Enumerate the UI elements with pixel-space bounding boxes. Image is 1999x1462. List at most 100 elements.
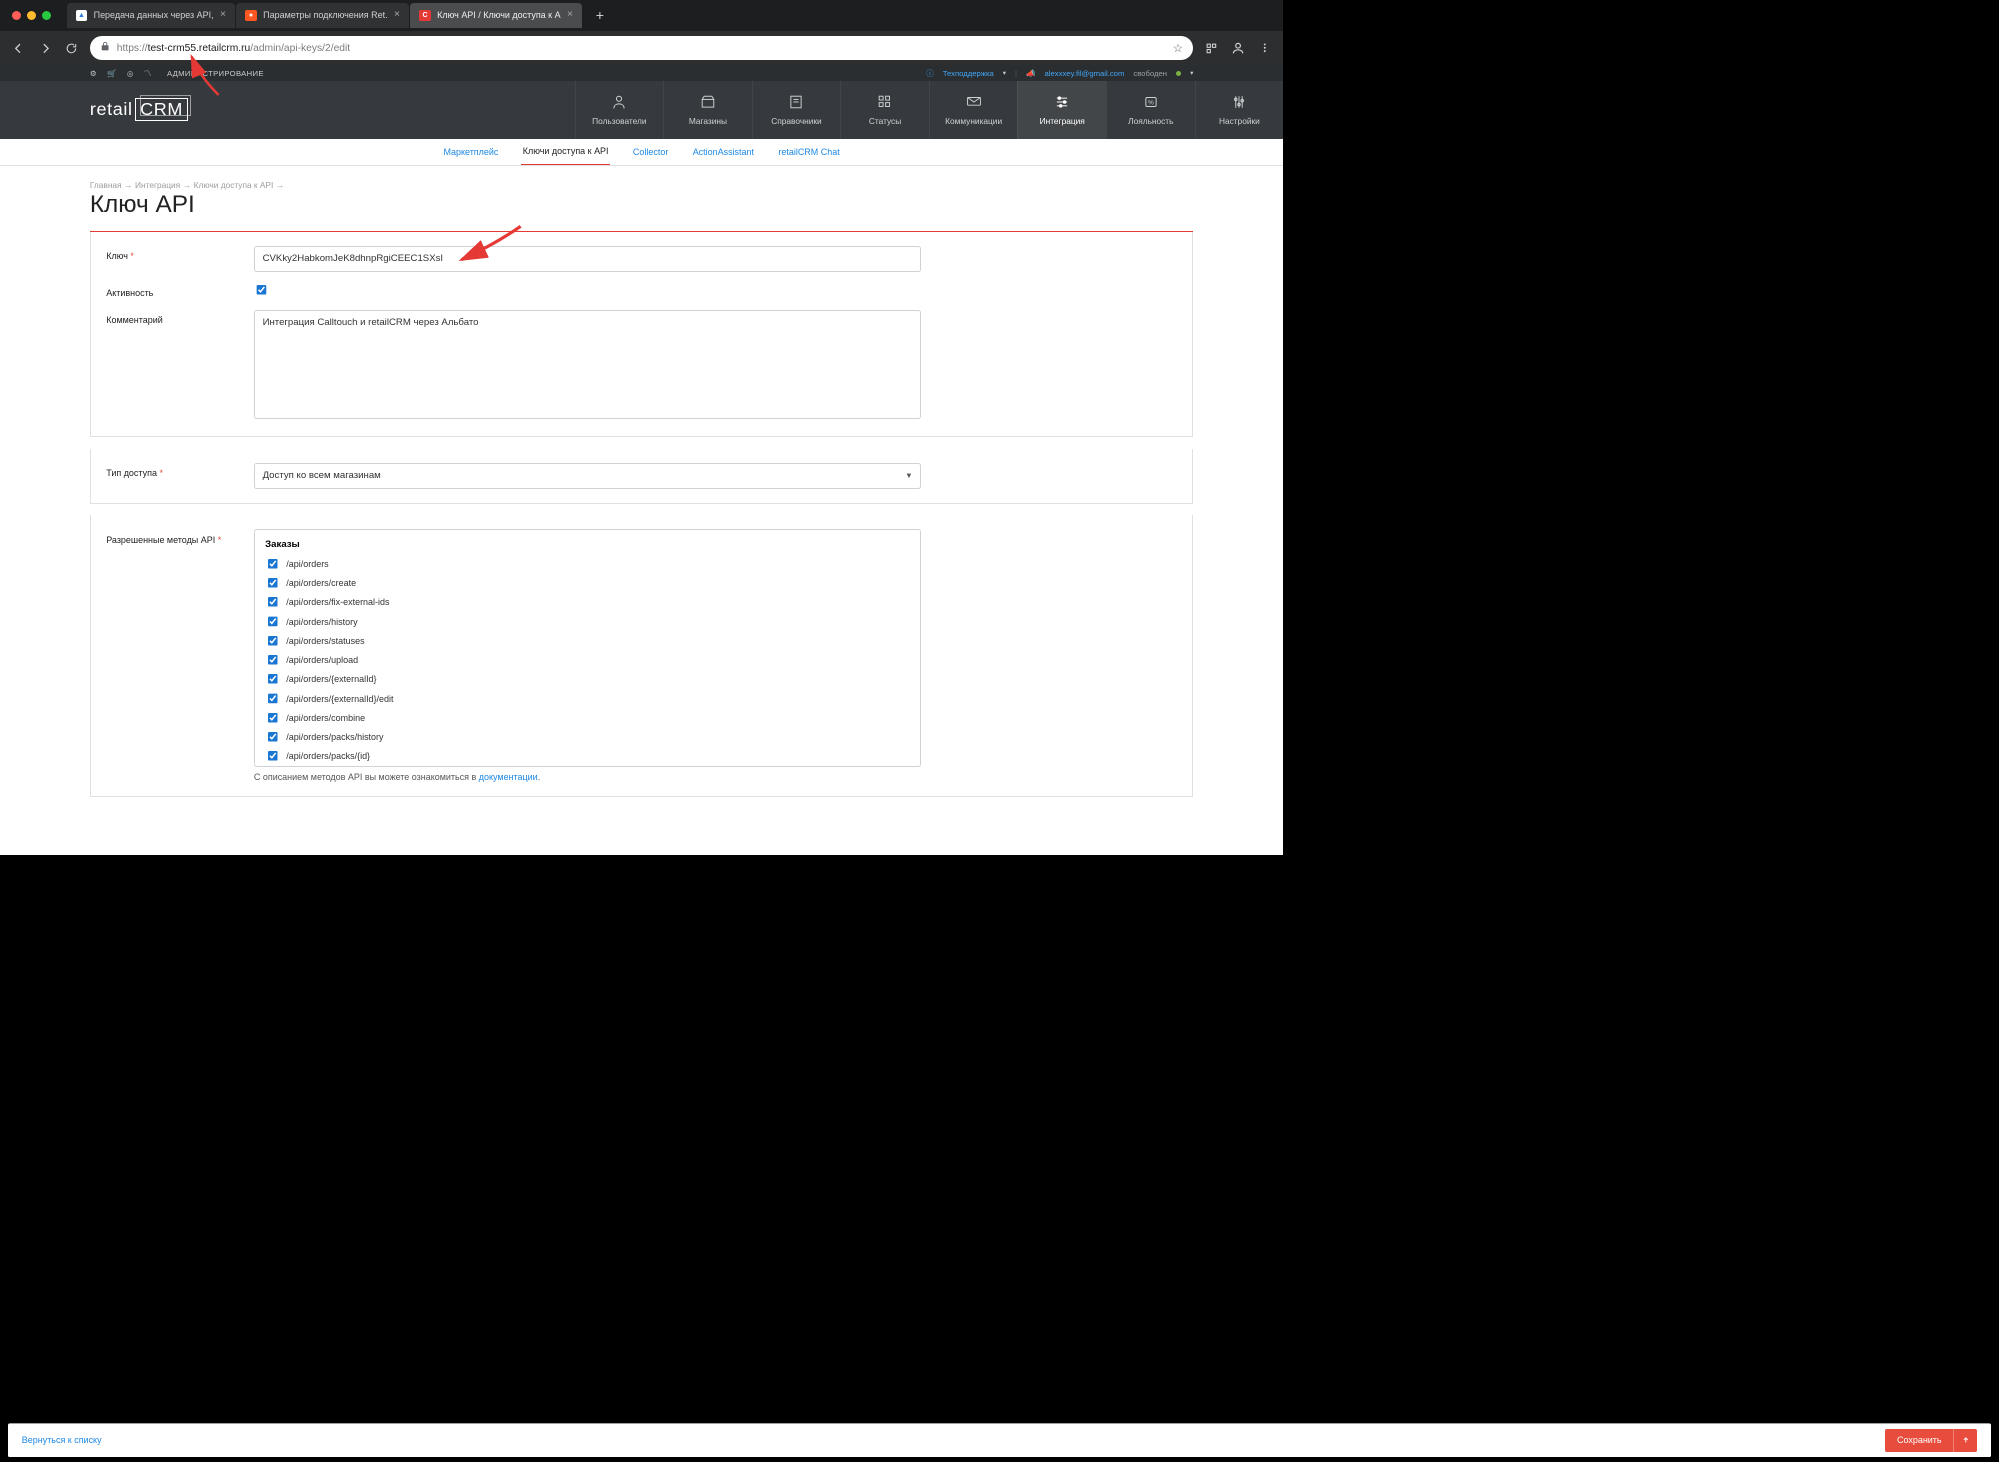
close-icon[interactable]: × xyxy=(567,10,573,20)
nav-item-users[interactable]: Пользователи xyxy=(575,81,664,139)
method-item: /api/orders/{externalId} xyxy=(265,670,910,689)
traffic-minimize[interactable] xyxy=(27,11,36,20)
method-checkbox[interactable] xyxy=(268,559,278,569)
tab-favicon: ● xyxy=(245,10,257,22)
method-checkbox[interactable] xyxy=(268,732,278,742)
nav-item-label: Справочники xyxy=(771,116,821,126)
close-icon[interactable]: × xyxy=(394,10,400,20)
breadcrumb-separator: → xyxy=(183,180,191,190)
target-icon[interactable]: ◎ xyxy=(127,69,134,78)
docs-line: С описанием методов API вы можете ознако… xyxy=(254,772,922,782)
traffic-close[interactable] xyxy=(12,11,21,20)
method-item: /api/orders/history xyxy=(265,612,910,631)
method-path: /api/orders/create xyxy=(286,578,356,588)
comment-textarea[interactable]: Интеграция Calltouch и retailCRM через А… xyxy=(254,310,922,419)
method-checkbox[interactable] xyxy=(268,578,278,588)
tab-favicon: C xyxy=(419,10,431,22)
nav-item-loyalty[interactable]: %Лояльность xyxy=(1106,81,1195,139)
method-path: /api/orders/upload xyxy=(286,655,358,665)
method-checkbox[interactable] xyxy=(268,616,278,626)
nav-item-refs[interactable]: Справочники xyxy=(752,81,841,139)
page-title: Ключ API xyxy=(90,191,1193,219)
support-link[interactable]: Техподдержка xyxy=(943,69,994,78)
method-checkbox[interactable] xyxy=(268,597,278,607)
subnav-item[interactable]: Collector xyxy=(632,139,670,165)
nav-item-shops[interactable]: Магазины xyxy=(663,81,752,139)
nav-item-integration[interactable]: Интеграция xyxy=(1017,81,1106,139)
new-tab-button[interactable]: + xyxy=(590,5,611,26)
nav-item-label: Лояльность xyxy=(1128,116,1173,126)
gear-icon[interactable]: ⚙ xyxy=(90,69,97,78)
admin-label: АДМИНИСТРИРОВАНИЕ xyxy=(167,69,264,78)
method-checkbox[interactable] xyxy=(268,713,278,723)
tab-title: Параметры подключения Ret. xyxy=(263,10,387,20)
docs-link[interactable]: документации xyxy=(479,772,538,782)
method-item: /api/orders/statuses xyxy=(265,631,910,650)
save-button[interactable]: Сохранить xyxy=(1885,1429,1953,1452)
nav-forward-button[interactable] xyxy=(36,39,54,57)
nav-item-label: Настройки xyxy=(1219,116,1260,126)
method-path: /api/orders/packs/{id} xyxy=(286,751,370,761)
back-to-list-link[interactable]: Вернуться к списку xyxy=(22,1435,102,1445)
url-text: https://test-crm55.retailcrm.ru/admin/ap… xyxy=(117,43,1167,54)
lock-icon xyxy=(100,41,110,54)
user-email[interactable]: alexxxey.fil@gmail.com xyxy=(1045,69,1125,78)
breadcrumb-item[interactable]: Главная xyxy=(90,180,122,190)
tab-title: Передача данных через API, xyxy=(94,10,214,20)
comment-label: Комментарий xyxy=(106,310,254,325)
subnav-item[interactable]: retailCRM Chat xyxy=(777,139,841,165)
url-bar[interactable]: https://test-crm55.retailcrm.ru/admin/ap… xyxy=(90,36,1193,60)
help-icon[interactable]: ⓘ xyxy=(926,68,934,79)
chart-icon[interactable]: 〽 xyxy=(144,68,152,79)
method-item: /api/orders/{externalId}/edit xyxy=(265,689,910,708)
user-status: свободен xyxy=(1133,69,1167,78)
method-path: /api/orders xyxy=(286,559,328,569)
method-checkbox[interactable] xyxy=(268,693,278,703)
browser-menu-button[interactable] xyxy=(1256,39,1274,57)
nav-item-comms[interactable]: Коммуникации xyxy=(929,81,1018,139)
chevron-down-icon[interactable]: ▾ xyxy=(1003,69,1006,77)
close-icon[interactable]: × xyxy=(220,10,226,20)
key-input[interactable] xyxy=(254,246,922,272)
subnav-item[interactable]: ActionAssistant xyxy=(691,139,755,165)
method-path: /api/orders/{externalId} xyxy=(286,674,376,684)
method-group-title: Заказы xyxy=(265,539,910,550)
breadcrumb: Главная→Интеграция→Ключи доступа к API→ xyxy=(90,180,1193,190)
method-path: /api/orders/combine xyxy=(286,713,365,723)
methods-label: Разрешенные методы API * xyxy=(106,529,254,544)
allowed-methods-list: Заказы /api/orders/api/orders/create/api… xyxy=(254,529,922,767)
app-mainnav: retailCRM Пользователи Магазины Справочник… xyxy=(0,81,1283,139)
save-more-button[interactable] xyxy=(1953,1429,1977,1452)
nav-item-label: Магазины xyxy=(689,116,727,126)
app-logo[interactable]: retailCRM xyxy=(90,81,488,139)
extensions-icon[interactable] xyxy=(1202,39,1220,57)
nav-item-settings[interactable]: Настройки xyxy=(1195,81,1284,139)
breadcrumb-item[interactable]: Ключи доступа к API xyxy=(194,180,274,190)
active-checkbox[interactable] xyxy=(256,285,266,295)
nav-reload-button[interactable] xyxy=(63,39,81,57)
key-label: Ключ * xyxy=(106,246,254,261)
bookmark-star-icon[interactable]: ☆ xyxy=(1173,41,1183,55)
nav-back-button[interactable] xyxy=(9,39,27,57)
browser-tab[interactable]: ▲ Передача данных через API, × xyxy=(67,3,235,27)
browser-tab[interactable]: C Ключ API / Ключи доступа к A × xyxy=(410,3,582,27)
method-path: /api/orders/history xyxy=(286,617,357,627)
nav-item-statuses[interactable]: Статусы xyxy=(840,81,929,139)
method-checkbox[interactable] xyxy=(268,636,278,646)
chevron-down-icon[interactable]: ▾ xyxy=(1190,69,1193,77)
browser-tab[interactable]: ● Параметры подключения Ret. × xyxy=(236,3,409,27)
traffic-zoom[interactable] xyxy=(42,11,51,20)
method-checkbox[interactable] xyxy=(268,655,278,665)
method-item: /api/orders/create xyxy=(265,574,910,593)
subnav-item[interactable]: Ключи доступа к API xyxy=(521,139,609,165)
method-checkbox[interactable] xyxy=(268,674,278,684)
breadcrumb-item[interactable]: Интеграция xyxy=(135,180,180,190)
app-subnav: Маркетплейс Ключи доступа к API Collector A… xyxy=(0,139,1283,166)
subnav-item[interactable]: Маркетплейс xyxy=(442,139,500,165)
access-type-select[interactable]: Доступ ко всем магазинам ▼ xyxy=(254,463,922,489)
profile-icon[interactable] xyxy=(1229,39,1247,57)
method-checkbox[interactable] xyxy=(268,751,278,761)
announce-icon[interactable]: 📣 xyxy=(1026,69,1036,78)
cart-icon[interactable]: 🛒 xyxy=(107,69,117,78)
app-root: ⚙ 🛒 ◎ 〽 АДМИНИСТРИРОВАНИЕ ⓘ Техподдержка… xyxy=(0,65,1283,854)
